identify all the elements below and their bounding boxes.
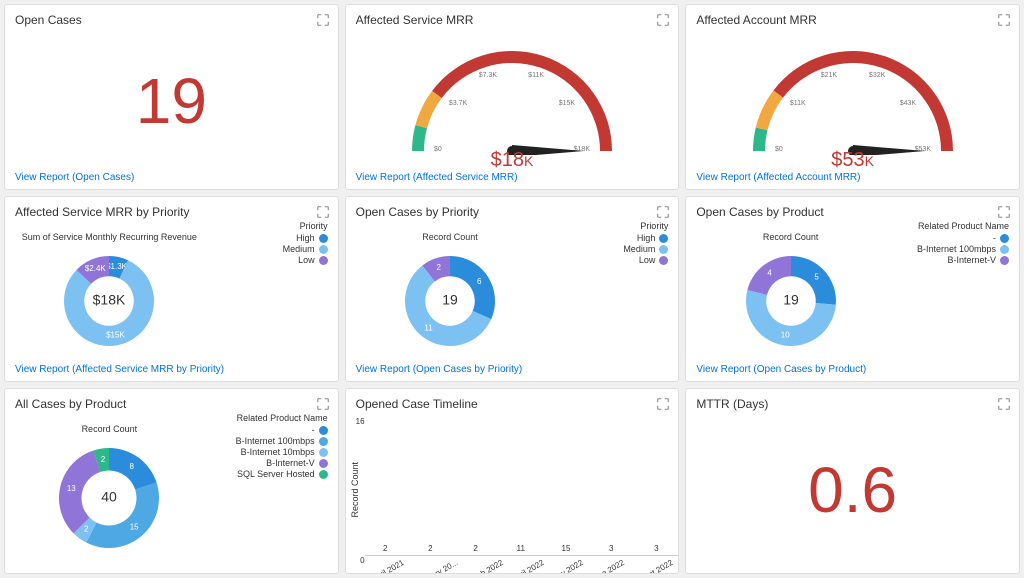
chart-subtitle: Sum of Service Monthly Recurring Revenue [22, 232, 197, 242]
view-report-link[interactable]: View Report (Affected Service MRR) [356, 172, 669, 183]
chart-subtitle: Record Count [763, 232, 819, 242]
view-report-link[interactable]: View Report (Open Cases by Priority) [356, 364, 669, 375]
svg-text:40: 40 [102, 489, 118, 505]
view-report-link[interactable]: View Report (Affected Service MRR by Pri… [15, 364, 328, 375]
svg-text:$11K: $11K [790, 100, 806, 107]
card-affected-account-mrr: Affected Account MRR $0$11K$21K$32K$43K$… [685, 4, 1020, 190]
expand-icon[interactable] [316, 397, 330, 411]
chart-subtitle: Record Count [422, 232, 478, 242]
card-mttr: MTTR (Days) 0.6 [685, 388, 1020, 574]
svg-text:19: 19 [442, 291, 458, 307]
expand-icon[interactable] [656, 397, 670, 411]
expand-icon[interactable] [997, 205, 1011, 219]
card-title: Affected Service MRR by Priority [15, 205, 328, 219]
donut-chart: Record Count 8 15 2 13 2 40 [15, 413, 204, 567]
donut-chart: Record Count 5 10 4 19 [696, 221, 885, 364]
svg-text:15: 15 [130, 523, 139, 532]
chart-subtitle: Record Count [82, 424, 138, 434]
donut-chart: Sum of Service Monthly Recurring Revenue… [15, 221, 204, 364]
card-title: Affected Service MRR [356, 13, 669, 27]
expand-icon[interactable] [997, 397, 1011, 411]
svg-text:$21K: $21K [820, 72, 837, 79]
expand-icon[interactable] [656, 13, 670, 27]
chart-legend: Priority HighMediumLow [548, 221, 668, 364]
view-report-link[interactable]: View Report (Affected Account MRR) [696, 172, 1009, 183]
card-title: All Cases by Product [15, 397, 328, 411]
expand-icon[interactable] [997, 13, 1011, 27]
card-open-cases-priority: Open Cases by Priority Record Count 6 11 2… [345, 196, 680, 382]
svg-text:6: 6 [477, 277, 482, 286]
svg-text:$2.4K: $2.4K [85, 264, 107, 273]
expand-icon[interactable] [656, 205, 670, 219]
card-affected-service-mrr: Affected Service MRR $0$3.7K$7.3K$11K$15… [345, 4, 680, 190]
svg-text:13: 13 [67, 484, 76, 493]
card-title: MTTR (Days) [696, 397, 1009, 411]
svg-text:2: 2 [436, 263, 441, 272]
metric-value: 0.6 [696, 413, 1009, 567]
svg-text:11: 11 [424, 323, 433, 332]
gauge-chart: $0$3.7K$7.3K$11K$15K$18K [356, 29, 669, 161]
svg-text:$32K: $32K [869, 72, 886, 79]
view-report-link[interactable]: View Report (Open Cases by Product) [696, 364, 1009, 375]
metric-value: 19 [15, 29, 328, 172]
svg-text:10: 10 [780, 330, 789, 339]
card-title: Open Cases by Priority [356, 205, 669, 219]
svg-text:8: 8 [130, 462, 135, 471]
card-open-cases: Open Cases 19 View Report (Open Cases) [4, 4, 339, 190]
svg-text:$11K: $11K [528, 72, 544, 79]
svg-text:$18K: $18K [93, 291, 126, 307]
svg-text:$3.7K: $3.7K [449, 100, 468, 107]
chart-legend: Related Product Name -B-Internet 100mbps… [208, 413, 328, 567]
gauge-chart: $0$11K$21K$32K$43K$53K [696, 29, 1009, 161]
card-title: Open Cases [15, 13, 328, 27]
svg-text:4: 4 [767, 268, 772, 277]
svg-text:2: 2 [84, 524, 89, 533]
svg-text:5: 5 [814, 272, 819, 281]
chart-legend: Related Product Name -B-Internet 100mbps… [889, 221, 1009, 364]
view-report-link[interactable]: View Report (Open Cases) [15, 172, 328, 183]
expand-icon[interactable] [316, 205, 330, 219]
gauge-value: $53K [696, 149, 1009, 172]
chart-legend: Priority HighMediumLow [208, 221, 328, 364]
svg-text:19: 19 [783, 291, 799, 307]
svg-text:$15K: $15K [559, 100, 576, 107]
card-title: Opened Case Timeline [356, 397, 669, 411]
card-open-cases-product: Open Cases by Product Record Count 5 10 4 1… [685, 196, 1020, 382]
card-all-cases-product: All Cases by Product Record Count 8 15 2 13… [4, 388, 339, 574]
expand-icon[interactable] [316, 13, 330, 27]
card-opened-case-timeline: Opened Case Timeline Record Count1602221… [345, 388, 680, 574]
card-title: Open Cases by Product [696, 205, 1009, 219]
svg-text:$43K: $43K [899, 100, 916, 107]
svg-text:$7.3K: $7.3K [479, 72, 498, 79]
card-title: Affected Account MRR [696, 13, 1009, 27]
card-affected-service-mrr-priority: Affected Service MRR by Priority Sum of … [4, 196, 339, 382]
gauge-value: $18K [356, 149, 669, 172]
bar-chart: Record Count1602221115332April 2021Febru… [356, 413, 669, 567]
donut-chart: Record Count 6 11 2 19 [356, 221, 545, 364]
svg-text:$15K: $15K [106, 330, 125, 339]
svg-text:2: 2 [101, 455, 106, 464]
